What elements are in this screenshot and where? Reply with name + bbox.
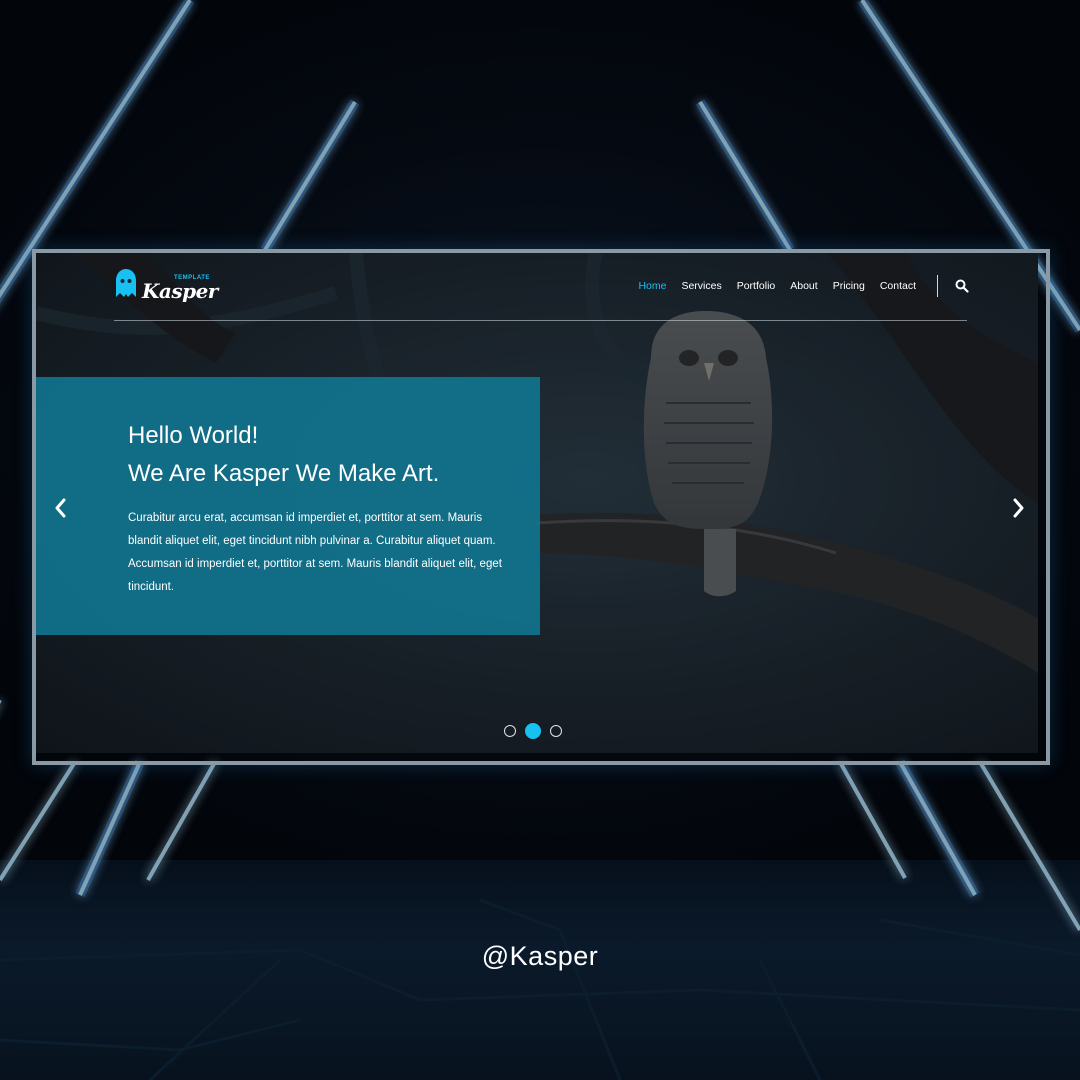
nav-contact[interactable]: Contact bbox=[880, 280, 916, 292]
nav-pricing[interactable]: Pricing bbox=[833, 280, 865, 292]
hero-title: Hello World! We Are Kasper We Make Art. bbox=[128, 417, 439, 493]
chevron-left-icon bbox=[55, 498, 66, 518]
nav-home[interactable]: Home bbox=[638, 280, 666, 292]
ghost-logo-icon bbox=[116, 269, 136, 297]
slider-dot-3[interactable] bbox=[550, 725, 562, 737]
next-slide-button[interactable] bbox=[1010, 497, 1028, 519]
main-nav: Home Services Portfolio About Pricing Co… bbox=[623, 280, 916, 292]
hero-title-line1: Hello World! bbox=[128, 422, 259, 449]
slider-dot-2[interactable] bbox=[525, 723, 541, 739]
header-divider-line bbox=[114, 320, 967, 321]
slider-dots bbox=[504, 723, 562, 739]
hero-caption-panel: Hello World! We Are Kasper We Make Art. … bbox=[36, 377, 540, 635]
logo-name: Kasper bbox=[142, 279, 218, 303]
slider-dot-1[interactable] bbox=[504, 725, 516, 737]
prev-slide-button[interactable] bbox=[51, 497, 69, 519]
search-icon[interactable] bbox=[955, 279, 969, 293]
nav-portfolio[interactable]: Portfolio bbox=[737, 280, 776, 292]
website-preview: TEMPLATE Kasper Home Services Portfolio … bbox=[32, 249, 1050, 765]
nav-services[interactable]: Services bbox=[681, 280, 721, 292]
chevron-right-icon bbox=[1013, 498, 1024, 518]
hero-text: Curabitur arcu erat, accumsan id imperdi… bbox=[128, 512, 502, 593]
nav-about[interactable]: About bbox=[790, 280, 817, 292]
nav-divider bbox=[937, 275, 938, 297]
hero-title-line2: We Are Kasper We Make Art. bbox=[128, 460, 440, 487]
brand-handle: @Kasper bbox=[481, 941, 599, 971]
kasper-logo[interactable]: TEMPLATE Kasper bbox=[114, 267, 224, 303]
site-header: TEMPLATE Kasper Home Services Portfolio … bbox=[36, 253, 1046, 325]
